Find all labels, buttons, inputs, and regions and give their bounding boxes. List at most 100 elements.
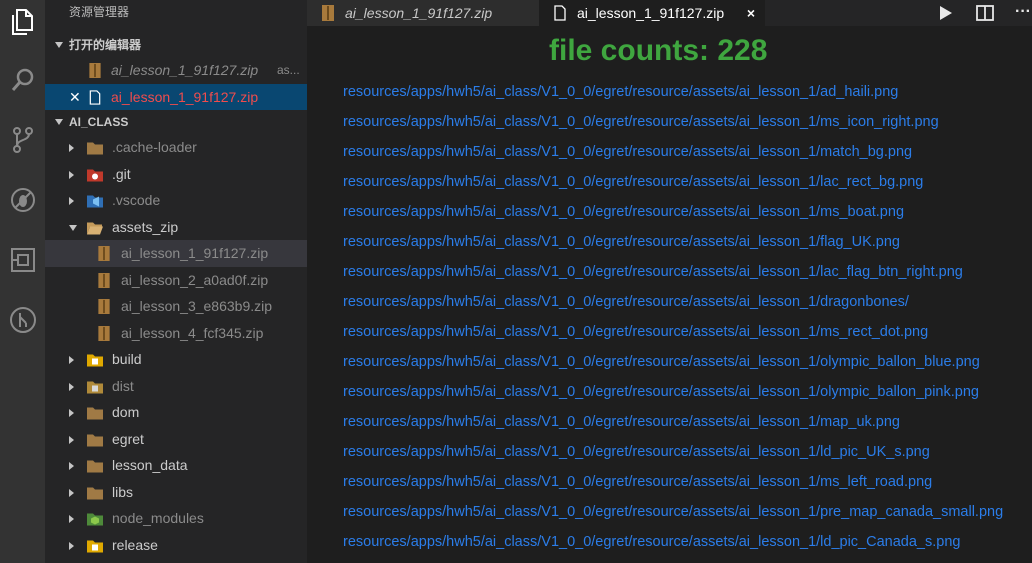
tree-folder-vscode[interactable]: .vscode xyxy=(45,187,307,214)
file-link[interactable]: resources/apps/hwh5/ai_class/V1_0_0/egre… xyxy=(343,501,1032,531)
open-editors-header[interactable]: 打开的编辑器 xyxy=(45,33,307,57)
file-link[interactable]: resources/apps/hwh5/ai_class/V1_0_0/egre… xyxy=(343,411,1032,441)
tree-folder-node-modules[interactable]: node_modules xyxy=(45,505,307,532)
vscode-folder-icon xyxy=(87,195,103,208)
tree-item-label: release xyxy=(112,536,158,553)
chevron-right-icon xyxy=(69,515,74,523)
explorer-sidebar: 资源管理器 打开的编辑器 ai_lesson_1_91f127.zip as..… xyxy=(45,0,307,563)
file-link[interactable]: resources/apps/hwh5/ai_class/V1_0_0/egre… xyxy=(343,531,1032,561)
workspace-header[interactable]: AI_CLASS xyxy=(45,110,307,134)
zip-file-icon xyxy=(322,5,334,21)
tree-item-label: assets_zip xyxy=(112,218,179,235)
file-link[interactable]: resources/apps/hwh5/ai_class/V1_0_0/egre… xyxy=(343,471,1032,501)
tree-item-label: .git xyxy=(112,165,131,182)
tree-file-zip[interactable]: ai_lesson_3_e863b9.zip xyxy=(45,293,307,320)
tree-item-label: build xyxy=(112,351,142,367)
tab-label: ai_lesson_1_91f127.zip xyxy=(577,5,725,21)
tree-folder-lesson-data[interactable]: lesson_data xyxy=(45,452,307,479)
debug-icon[interactable] xyxy=(0,180,45,220)
chevron-right-icon xyxy=(69,382,74,391)
tree-folder-build[interactable]: build xyxy=(45,346,307,373)
tab-active[interactable]: ai_lesson_1_91f127.zip × xyxy=(539,0,765,26)
open-editors-title: 打开的编辑器 xyxy=(69,38,142,52)
folder-icon xyxy=(87,460,103,473)
folder-icon xyxy=(87,407,103,420)
tree-item-label: ai_lesson_4_fcf345.zip xyxy=(121,324,264,341)
file-icon xyxy=(554,5,566,21)
remote-icon[interactable] xyxy=(0,300,45,340)
tree-folder-libs[interactable]: libs xyxy=(45,479,307,506)
tree-file-zip[interactable]: ai_lesson_2_a0ad0f.zip xyxy=(45,267,307,294)
split-editor-icon[interactable] xyxy=(975,3,995,23)
chevron-right-icon xyxy=(69,197,74,205)
chevron-down-icon xyxy=(55,42,63,48)
open-editor-label-active: ai_lesson_1_91f127.zip xyxy=(111,88,259,105)
tree-folder-dist[interactable]: dist xyxy=(45,373,307,400)
file-link[interactable]: resources/apps/hwh5/ai_class/V1_0_0/egre… xyxy=(343,381,1032,411)
chevron-right-icon xyxy=(69,409,74,417)
tree-folder-cache-loader[interactable]: .cache-loader xyxy=(45,134,307,161)
chevron-right-icon xyxy=(69,462,74,470)
tree-item-label: .vscode xyxy=(112,192,161,208)
file-count-heading: file counts: 228 xyxy=(549,34,768,67)
chevron-right-icon xyxy=(69,488,74,497)
tree-folder-git[interactable]: .git xyxy=(45,161,307,188)
folder-icon xyxy=(87,142,103,155)
tree-item-label: ai_lesson_2_a0ad0f.zip xyxy=(121,271,269,288)
zip-file-icon xyxy=(98,299,110,314)
zip-file-icon xyxy=(98,325,110,341)
tree-item-label: dom xyxy=(112,404,140,420)
tree-item-label: dist xyxy=(112,377,134,394)
file-link[interactable]: resources/apps/hwh5/ai_class/V1_0_0/egre… xyxy=(343,231,1032,261)
file-link[interactable]: resources/apps/hwh5/ai_class/V1_0_0/egre… xyxy=(343,261,1032,291)
file-link[interactable]: resources/apps/hwh5/ai_class/V1_0_0/egre… xyxy=(343,321,1032,351)
tree-item-label: node_modules xyxy=(112,510,204,526)
zip-file-icon xyxy=(98,246,110,261)
file-link[interactable]: resources/apps/hwh5/ai_class/V1_0_0/egre… xyxy=(343,141,1032,171)
file-link[interactable]: resources/apps/hwh5/ai_class/V1_0_0/egre… xyxy=(343,291,1032,321)
file-link[interactable]: resources/apps/hwh5/ai_class/V1_0_0/egre… xyxy=(343,201,1032,231)
sidebar-title: 资源管理器 xyxy=(69,5,130,19)
close-icon[interactable]: ✕ xyxy=(69,84,81,111)
source-control-icon[interactable] xyxy=(0,120,45,160)
tree-folder-dom[interactable]: dom xyxy=(45,399,307,426)
run-icon[interactable] xyxy=(935,3,955,23)
chevron-down-icon xyxy=(55,119,63,125)
file-link[interactable]: resources/apps/hwh5/ai_class/V1_0_0/egre… xyxy=(343,171,1032,201)
tree-item-label: ai_lesson_1_91f127.zip xyxy=(121,245,269,261)
folder-icon xyxy=(87,434,103,446)
tab-preview[interactable]: ai_lesson_1_91f127.zip xyxy=(307,0,539,26)
build-folder-icon xyxy=(87,354,103,367)
tree-folder-assets-zip[interactable]: assets_zip xyxy=(45,214,307,241)
zip-file-icon xyxy=(89,63,101,78)
file-link[interactable]: resources/apps/hwh5/ai_class/V1_0_0/egre… xyxy=(343,111,1032,141)
workspace-title: AI_CLASS xyxy=(69,115,129,129)
tree-item-label: libs xyxy=(112,483,134,500)
open-editor-item[interactable]: ai_lesson_1_91f127.zip as... xyxy=(45,57,307,84)
release-folder-icon xyxy=(87,540,103,552)
tree-file-zip[interactable]: ai_lesson_4_fcf345.zip xyxy=(45,320,307,347)
tree-item-label: lesson_data xyxy=(112,457,188,473)
editor-content: file counts: 228 resources/apps/hwh5/ai_… xyxy=(307,26,1032,563)
open-editor-item-active[interactable]: ✕ ai_lesson_1_91f127.zip xyxy=(45,83,307,111)
open-editor-label: ai_lesson_1_91f127.zip xyxy=(111,62,259,78)
file-link[interactable]: resources/apps/hwh5/ai_class/V1_0_0/egre… xyxy=(343,441,1032,471)
tree-item-label: .cache-loader xyxy=(112,139,197,155)
editor-tabs: ai_lesson_1_91f127.zip ai_lesson_1_91f12… xyxy=(307,0,1032,26)
search-icon[interactable] xyxy=(0,60,45,100)
extensions-icon[interactable] xyxy=(0,240,45,280)
file-icon xyxy=(89,89,101,105)
chevron-right-icon xyxy=(69,170,74,179)
git-folder-icon xyxy=(87,169,103,181)
more-actions-icon[interactable]: ··· xyxy=(1015,0,1031,24)
explorer-icon[interactable] xyxy=(0,2,45,42)
file-link[interactable]: resources/apps/hwh5/ai_class/V1_0_0/egre… xyxy=(343,351,1032,381)
tree-item-label: egret xyxy=(112,430,144,447)
dist-folder-icon xyxy=(87,381,103,393)
folder-open-icon xyxy=(87,222,103,234)
file-link[interactable]: resources/apps/hwh5/ai_class/V1_0_0/egre… xyxy=(343,81,1032,111)
tree-folder-egret[interactable]: egret xyxy=(45,426,307,453)
tree-file-zip-selected[interactable]: ai_lesson_1_91f127.zip xyxy=(45,240,307,267)
close-icon[interactable]: × xyxy=(747,0,755,26)
tree-folder-release[interactable]: release xyxy=(45,532,307,559)
